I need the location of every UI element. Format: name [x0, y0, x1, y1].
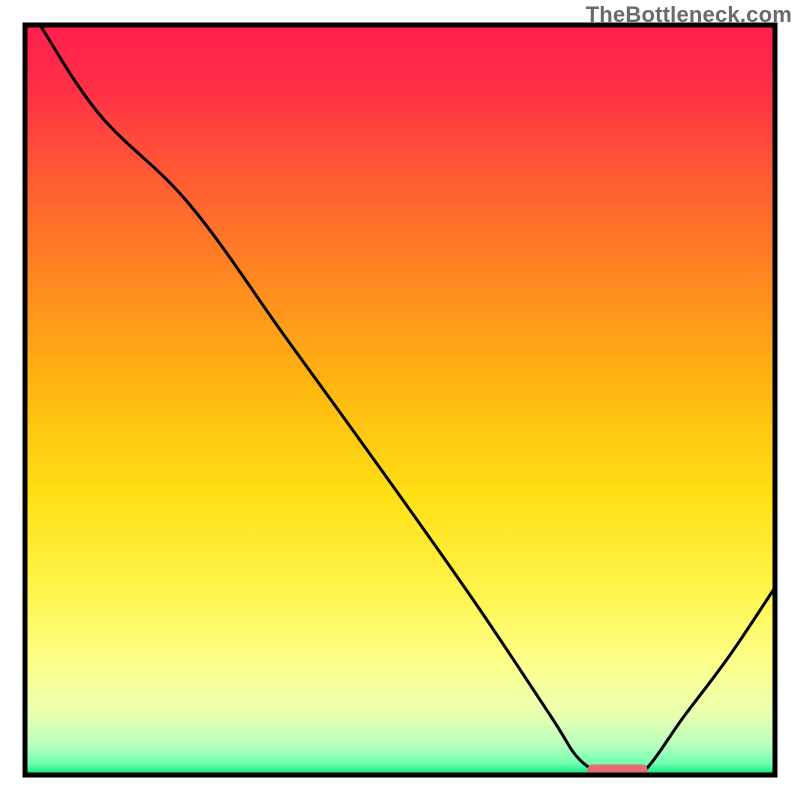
chart-background [25, 25, 775, 775]
bottleneck-chart [0, 0, 800, 800]
watermark-text: TheBottleneck.com [586, 2, 792, 28]
chart-container: TheBottleneck.com [0, 0, 800, 800]
